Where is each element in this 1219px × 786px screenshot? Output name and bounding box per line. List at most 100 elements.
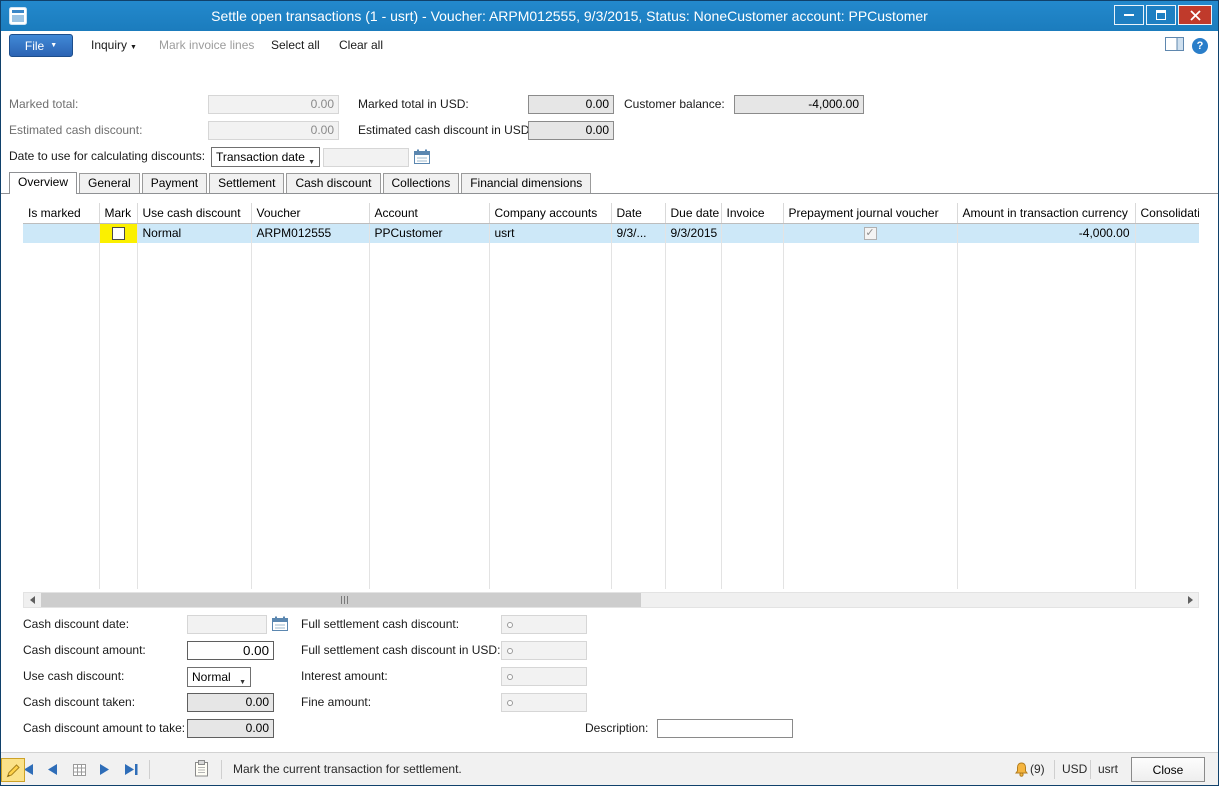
tab-payment[interactable]: Payment [142,173,207,193]
cell-account[interactable]: PPCustomer [369,223,489,243]
cell-due-date[interactable]: 9/3/2015 [665,223,721,243]
tab-collections[interactable]: Collections [383,173,460,193]
full-settlement-cash-discount-label: Full settlement cash discount: [301,615,459,634]
select-all-menu[interactable]: Select all [271,31,320,59]
estimated-cash-discount-field: 0.00 [208,121,339,140]
notification-bell-icon[interactable] [1013,762,1029,777]
grid-empty-area [23,243,1199,589]
cell-company-accounts[interactable]: usrt [489,223,611,243]
cash-discount-date-label: Cash discount date: [23,615,129,634]
cash-discount-taken-field: 0.00 [187,693,274,712]
minimize-button[interactable] [1114,5,1144,25]
grid-view-icon[interactable] [71,762,87,777]
tab-settlement[interactable]: Settlement [209,173,284,193]
grid-header-row: Is marked Mark Use cash discount Voucher… [23,203,1199,223]
cell-voucher[interactable]: ARPM012555 [251,223,369,243]
calendar-icon[interactable] [272,616,288,631]
marked-total-usd-field: 0.00 [528,95,614,114]
customer-balance-field: -4,000.00 [734,95,864,114]
discount-date-dropdown[interactable]: Transaction date▼ [211,147,320,167]
cell-consolidation[interactable] [1135,223,1199,243]
mark-checkbox[interactable] [112,227,125,240]
cash-discount-amount-label: Cash discount amount: [23,641,146,660]
window-title: Settle open transactions (1 - usrt) - Vo… [41,1,1098,31]
cash-discount-amount-to-take-field: 0.00 [187,719,274,738]
last-record-icon[interactable] [123,762,139,777]
cell-date[interactable]: 9/3/... [611,223,665,243]
status-dot-icon [507,648,513,654]
close-window-button[interactable] [1178,5,1212,25]
chevron-down-icon: ▼ [239,674,246,687]
app-icon [9,7,27,25]
menubar: File▼ Inquiry▼ Mark invoice lines Select… [1,31,1218,59]
cell-prepayment-journal-voucher[interactable]: ✓ [783,223,957,243]
table-row[interactable]: Normal ARPM012555 PPCustomer usrt 9/3/..… [23,223,1199,243]
currency-indicator: USD [1062,753,1087,786]
scrollbar-thumb[interactable] [41,593,641,607]
clear-all-menu[interactable]: Clear all [339,31,383,59]
tab-overview[interactable]: Overview [9,172,77,194]
calendar-icon[interactable] [414,149,430,164]
column-header-use-cash-discount[interactable]: Use cash discount [137,203,251,223]
full-settlement-cash-discount-field [501,615,587,634]
cash-discount-amount-input[interactable] [187,641,274,660]
cell-invoice[interactable] [721,223,783,243]
chevron-down-icon: ▼ [50,42,57,49]
column-header-date[interactable]: Date [611,203,665,223]
column-header-account[interactable]: Account [369,203,489,223]
cash-discount-taken-label: Cash discount taken: [23,693,135,712]
notification-count[interactable]: (9) [1030,753,1045,786]
titlebar[interactable]: Settle open transactions (1 - usrt) - Vo… [1,1,1218,31]
status-dot-icon [507,674,513,680]
scroll-right-arrow[interactable] [1182,593,1198,607]
full-settlement-cash-discount-usd-label: Full settlement cash discount in USD: [301,641,500,660]
previous-record-icon[interactable] [45,762,61,777]
estimated-cash-discount-usd-label: Estimated cash discount in USD: [358,121,533,140]
full-settlement-cash-discount-usd-field [501,641,587,660]
help-icon[interactable]: ? [1192,38,1208,54]
tab-cash-discount[interactable]: Cash discount [286,173,380,193]
status-dot-icon [507,622,513,628]
column-header-is-marked[interactable]: Is marked [23,203,99,223]
close-button[interactable]: Close [1131,757,1205,782]
settle-open-transactions-window: Settle open transactions (1 - usrt) - Vo… [0,0,1219,786]
estimated-cash-discount-usd-field: 0.00 [528,121,614,140]
horizontal-scrollbar[interactable] [23,592,1199,608]
chevron-down-icon: ▼ [308,154,315,167]
tab-general[interactable]: General [79,173,140,193]
column-header-prepayment-journal-voucher[interactable]: Prepayment journal voucher [783,203,957,223]
column-header-due-date[interactable]: Due date [665,203,721,223]
edit-record-button[interactable] [1,758,25,782]
prepayment-checkbox: ✓ [864,227,877,240]
tab-financial-dimensions[interactable]: Financial dimensions [461,173,591,193]
file-menu-button[interactable]: File▼ [9,34,73,57]
interest-amount-label: Interest amount: [301,667,388,686]
use-cash-discount-label: Use cash discount: [23,667,124,686]
cell-is-marked[interactable] [23,223,99,243]
company-indicator: usrt [1098,753,1118,786]
column-header-company-accounts[interactable]: Company accounts [489,203,611,223]
marked-total-usd-label: Marked total in USD: [358,95,469,114]
status-hint: Mark the current transaction for settlem… [233,753,462,786]
next-record-icon[interactable] [97,762,113,777]
fine-amount-label: Fine amount: [301,693,371,712]
description-input[interactable] [657,719,793,738]
cell-use-cash-discount[interactable]: Normal [137,223,251,243]
statusbar: Mark the current transaction for settlem… [1,752,1218,785]
column-header-voucher[interactable]: Voucher [251,203,369,223]
paste-icon[interactable] [193,761,209,776]
use-cash-discount-dropdown[interactable]: Normal▼ [187,667,251,687]
layout-panel-icon[interactable] [1165,37,1184,54]
column-header-consolidation[interactable]: Consolidatio [1135,203,1199,223]
column-header-amount-in-transaction-currency[interactable]: Amount in transaction currency [957,203,1135,223]
scroll-left-arrow[interactable] [24,593,40,607]
interest-amount-field [501,667,587,686]
estimated-cash-discount-label: Estimated cash discount: [9,121,142,140]
cell-amount-in-transaction-currency[interactable]: -4,000.00 [957,223,1135,243]
cell-mark[interactable] [99,223,137,243]
column-header-invoice[interactable]: Invoice [721,203,783,223]
inquiry-menu[interactable]: Inquiry▼ [91,31,137,59]
tab-strip: Overview General Payment Settlement Cash… [1,174,1218,194]
maximize-button[interactable] [1146,5,1176,25]
column-header-mark[interactable]: Mark [99,203,137,223]
